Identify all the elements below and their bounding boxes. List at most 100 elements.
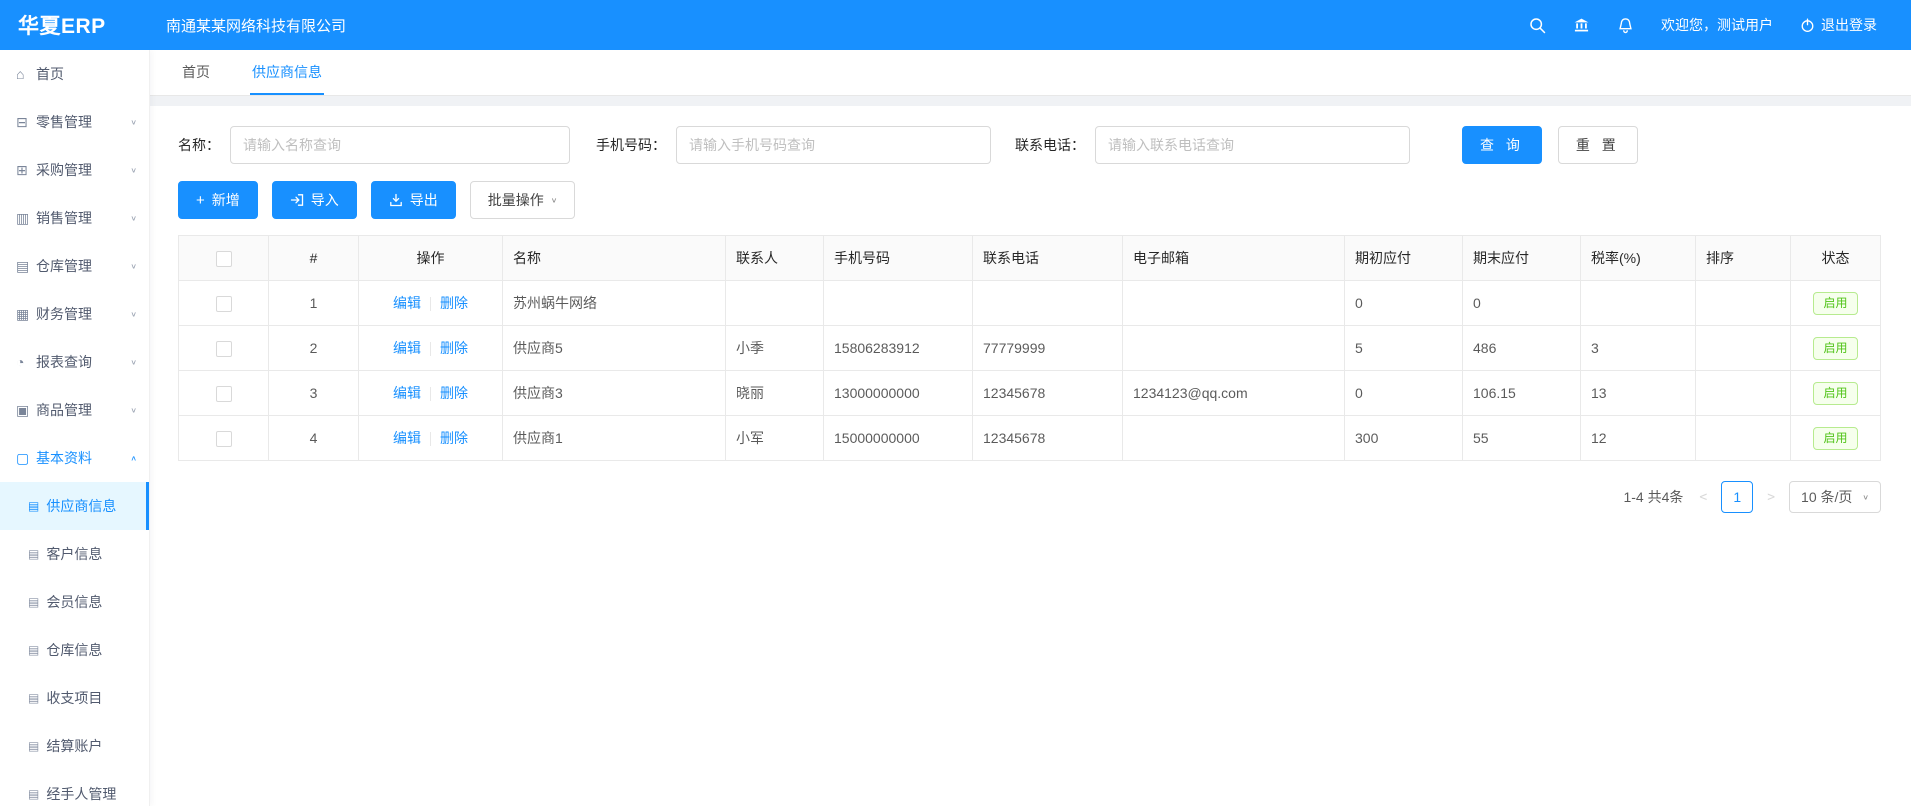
cell-ops: 编辑 删除: [359, 371, 503, 416]
table-row: 2 编辑删除 供应商5 小季 15806283912 77779999 5 48…: [179, 326, 1881, 371]
row-checkbox[interactable]: [216, 431, 232, 447]
plus-icon: +: [196, 193, 205, 208]
chevron-icon: ∨: [130, 214, 137, 223]
sidebar-submenu-item[interactable]: ▤ 仓库信息: [0, 626, 149, 674]
top-bar: 华夏ERP 南通某某网络科技有限公司 欢迎您，测试用户: [0, 0, 1911, 50]
sidebar-submenu-item[interactable]: ▤ 供应商信息: [0, 482, 149, 530]
tab-bar: 首页 供应商信息: [150, 50, 1911, 96]
submenu-item-label: 会员信息: [46, 592, 102, 612]
sidebar-menu-item[interactable]: ⊟ 零售管理 ∨: [0, 98, 149, 146]
cell-end-payable: 55: [1463, 416, 1581, 461]
col-header-contact: 联系人: [726, 236, 824, 281]
delete-link[interactable]: 删除: [440, 295, 468, 311]
batch-actions-label: 批量操作: [488, 190, 544, 210]
edit-link[interactable]: 编辑: [393, 430, 421, 446]
page-number[interactable]: 1: [1721, 481, 1753, 513]
delete-link[interactable]: 删除: [440, 430, 468, 446]
batch-actions-button[interactable]: 批量操作 ∨: [470, 181, 576, 219]
import-button[interactable]: 导入: [272, 181, 357, 219]
cell-begin-payable: 0: [1345, 371, 1463, 416]
cell-contact: [726, 281, 824, 326]
search-icon[interactable]: [1529, 17, 1546, 34]
cell-email: [1123, 416, 1345, 461]
page-size-select[interactable]: 10 条/页 ∨: [1789, 481, 1881, 513]
cell-contact: 晓丽: [726, 371, 824, 416]
sidebar-menu-item[interactable]: ▣ 商品管理 ∨: [0, 386, 149, 434]
select-all-checkbox[interactable]: [216, 251, 232, 267]
sidebar-submenu-item[interactable]: ▤ 收支项目: [0, 674, 149, 722]
menu-item-label: 财务管理: [36, 304, 126, 324]
cell-index: 2: [269, 326, 359, 371]
search-button[interactable]: 查 询: [1462, 126, 1542, 164]
page-tab[interactable]: 首页: [180, 50, 212, 95]
next-page-icon[interactable]: >: [1765, 490, 1777, 505]
export-button[interactable]: 导出: [371, 181, 456, 219]
sidebar-menu-item[interactable]: ⊞ 采购管理 ∨: [0, 146, 149, 194]
delete-link[interactable]: 删除: [440, 385, 468, 401]
page-tab[interactable]: 供应商信息: [250, 50, 324, 95]
menu-item-icon: ▦: [16, 306, 36, 323]
bell-icon[interactable]: [1617, 17, 1634, 34]
menu-item-label: 商品管理: [36, 400, 126, 420]
submenu-item-label: 仓库信息: [46, 640, 102, 660]
cell-sort: [1696, 416, 1791, 461]
sidebar-menu-item[interactable]: ▤ 仓库管理 ∨: [0, 242, 149, 290]
col-header-sort: 排序: [1696, 236, 1791, 281]
cell-name: 供应商1: [503, 416, 726, 461]
row-checkbox[interactable]: [216, 341, 232, 357]
add-button[interactable]: + 新增: [178, 181, 258, 219]
name-filter-label: 名称：: [178, 135, 220, 155]
mobile-filter-input[interactable]: [676, 126, 991, 164]
cell-begin-payable: 300: [1345, 416, 1463, 461]
submenu-item-label: 收支项目: [46, 688, 102, 708]
cell-sort: [1696, 326, 1791, 371]
menu-item-label: 采购管理: [36, 160, 126, 180]
export-icon: [389, 193, 403, 207]
menu-item-label: 基本资料: [36, 448, 126, 468]
sidebar-submenu-item[interactable]: ▤ 结算账户: [0, 722, 149, 770]
sidebar-submenu-item[interactable]: ▤ 会员信息: [0, 578, 149, 626]
cell-contact: 小军: [726, 416, 824, 461]
app-logo: 华夏ERP: [0, 10, 150, 40]
chevron-icon: ∨: [130, 310, 137, 319]
delete-link[interactable]: 删除: [440, 340, 468, 356]
row-checkbox[interactable]: [216, 296, 232, 312]
reset-button[interactable]: 重 置: [1558, 126, 1638, 164]
filter-bar: 名称： 手机号码： 联系电话： 查 询 重 置: [178, 126, 1881, 164]
cell-tel: 12345678: [973, 371, 1123, 416]
platform-icon[interactable]: [1573, 17, 1590, 34]
sidebar-menu-item[interactable]: ⌂ 首页: [0, 50, 149, 98]
logout-button[interactable]: 退出登录: [1800, 15, 1877, 35]
name-filter-input[interactable]: [230, 126, 570, 164]
tel-filter-input[interactable]: [1095, 126, 1410, 164]
action-toolbar: + 新增 导入 导出 批量操作: [178, 181, 1881, 219]
cell-tel: 12345678: [973, 416, 1123, 461]
page-size-value: 10 条/页: [1801, 487, 1852, 507]
col-header-tax-rate: 税率(%): [1581, 236, 1696, 281]
add-button-label: 新增: [212, 190, 240, 210]
row-checkbox[interactable]: [216, 386, 232, 402]
edit-link[interactable]: 编辑: [393, 385, 421, 401]
cell-mobile: 15806283912: [824, 326, 973, 371]
sidebar-menu-item[interactable]: ◔ 报表查询 ∨: [0, 338, 149, 386]
sidebar-menu-item[interactable]: ▥ 销售管理 ∨: [0, 194, 149, 242]
menu-item-label: 零售管理: [36, 112, 126, 132]
cell-name: 供应商3: [503, 371, 726, 416]
sidebar-submenu-item[interactable]: ▤ 客户信息: [0, 530, 149, 578]
submenu-item-label: 客户信息: [46, 544, 102, 564]
cell-email: 1234123@qq.com: [1123, 371, 1345, 416]
edit-link[interactable]: 编辑: [393, 340, 421, 356]
cell-tel: 77779999: [973, 326, 1123, 371]
sidebar-menu-item[interactable]: ▢ 基本资料 ∧: [0, 434, 149, 482]
sidebar-submenu-item[interactable]: ▤ 经手人管理: [0, 770, 149, 806]
export-button-label: 导出: [410, 190, 438, 210]
cell-tax-rate: [1581, 281, 1696, 326]
submenu-item-icon: ▤: [28, 739, 39, 753]
menu-item-label: 销售管理: [36, 208, 126, 228]
cell-tax-rate: 3: [1581, 326, 1696, 371]
cell-sort: [1696, 281, 1791, 326]
edit-link[interactable]: 编辑: [393, 295, 421, 311]
submenu-item-icon: ▤: [28, 595, 39, 609]
sidebar-menu-item[interactable]: ▦ 财务管理 ∨: [0, 290, 149, 338]
prev-page-icon[interactable]: <: [1697, 490, 1709, 505]
